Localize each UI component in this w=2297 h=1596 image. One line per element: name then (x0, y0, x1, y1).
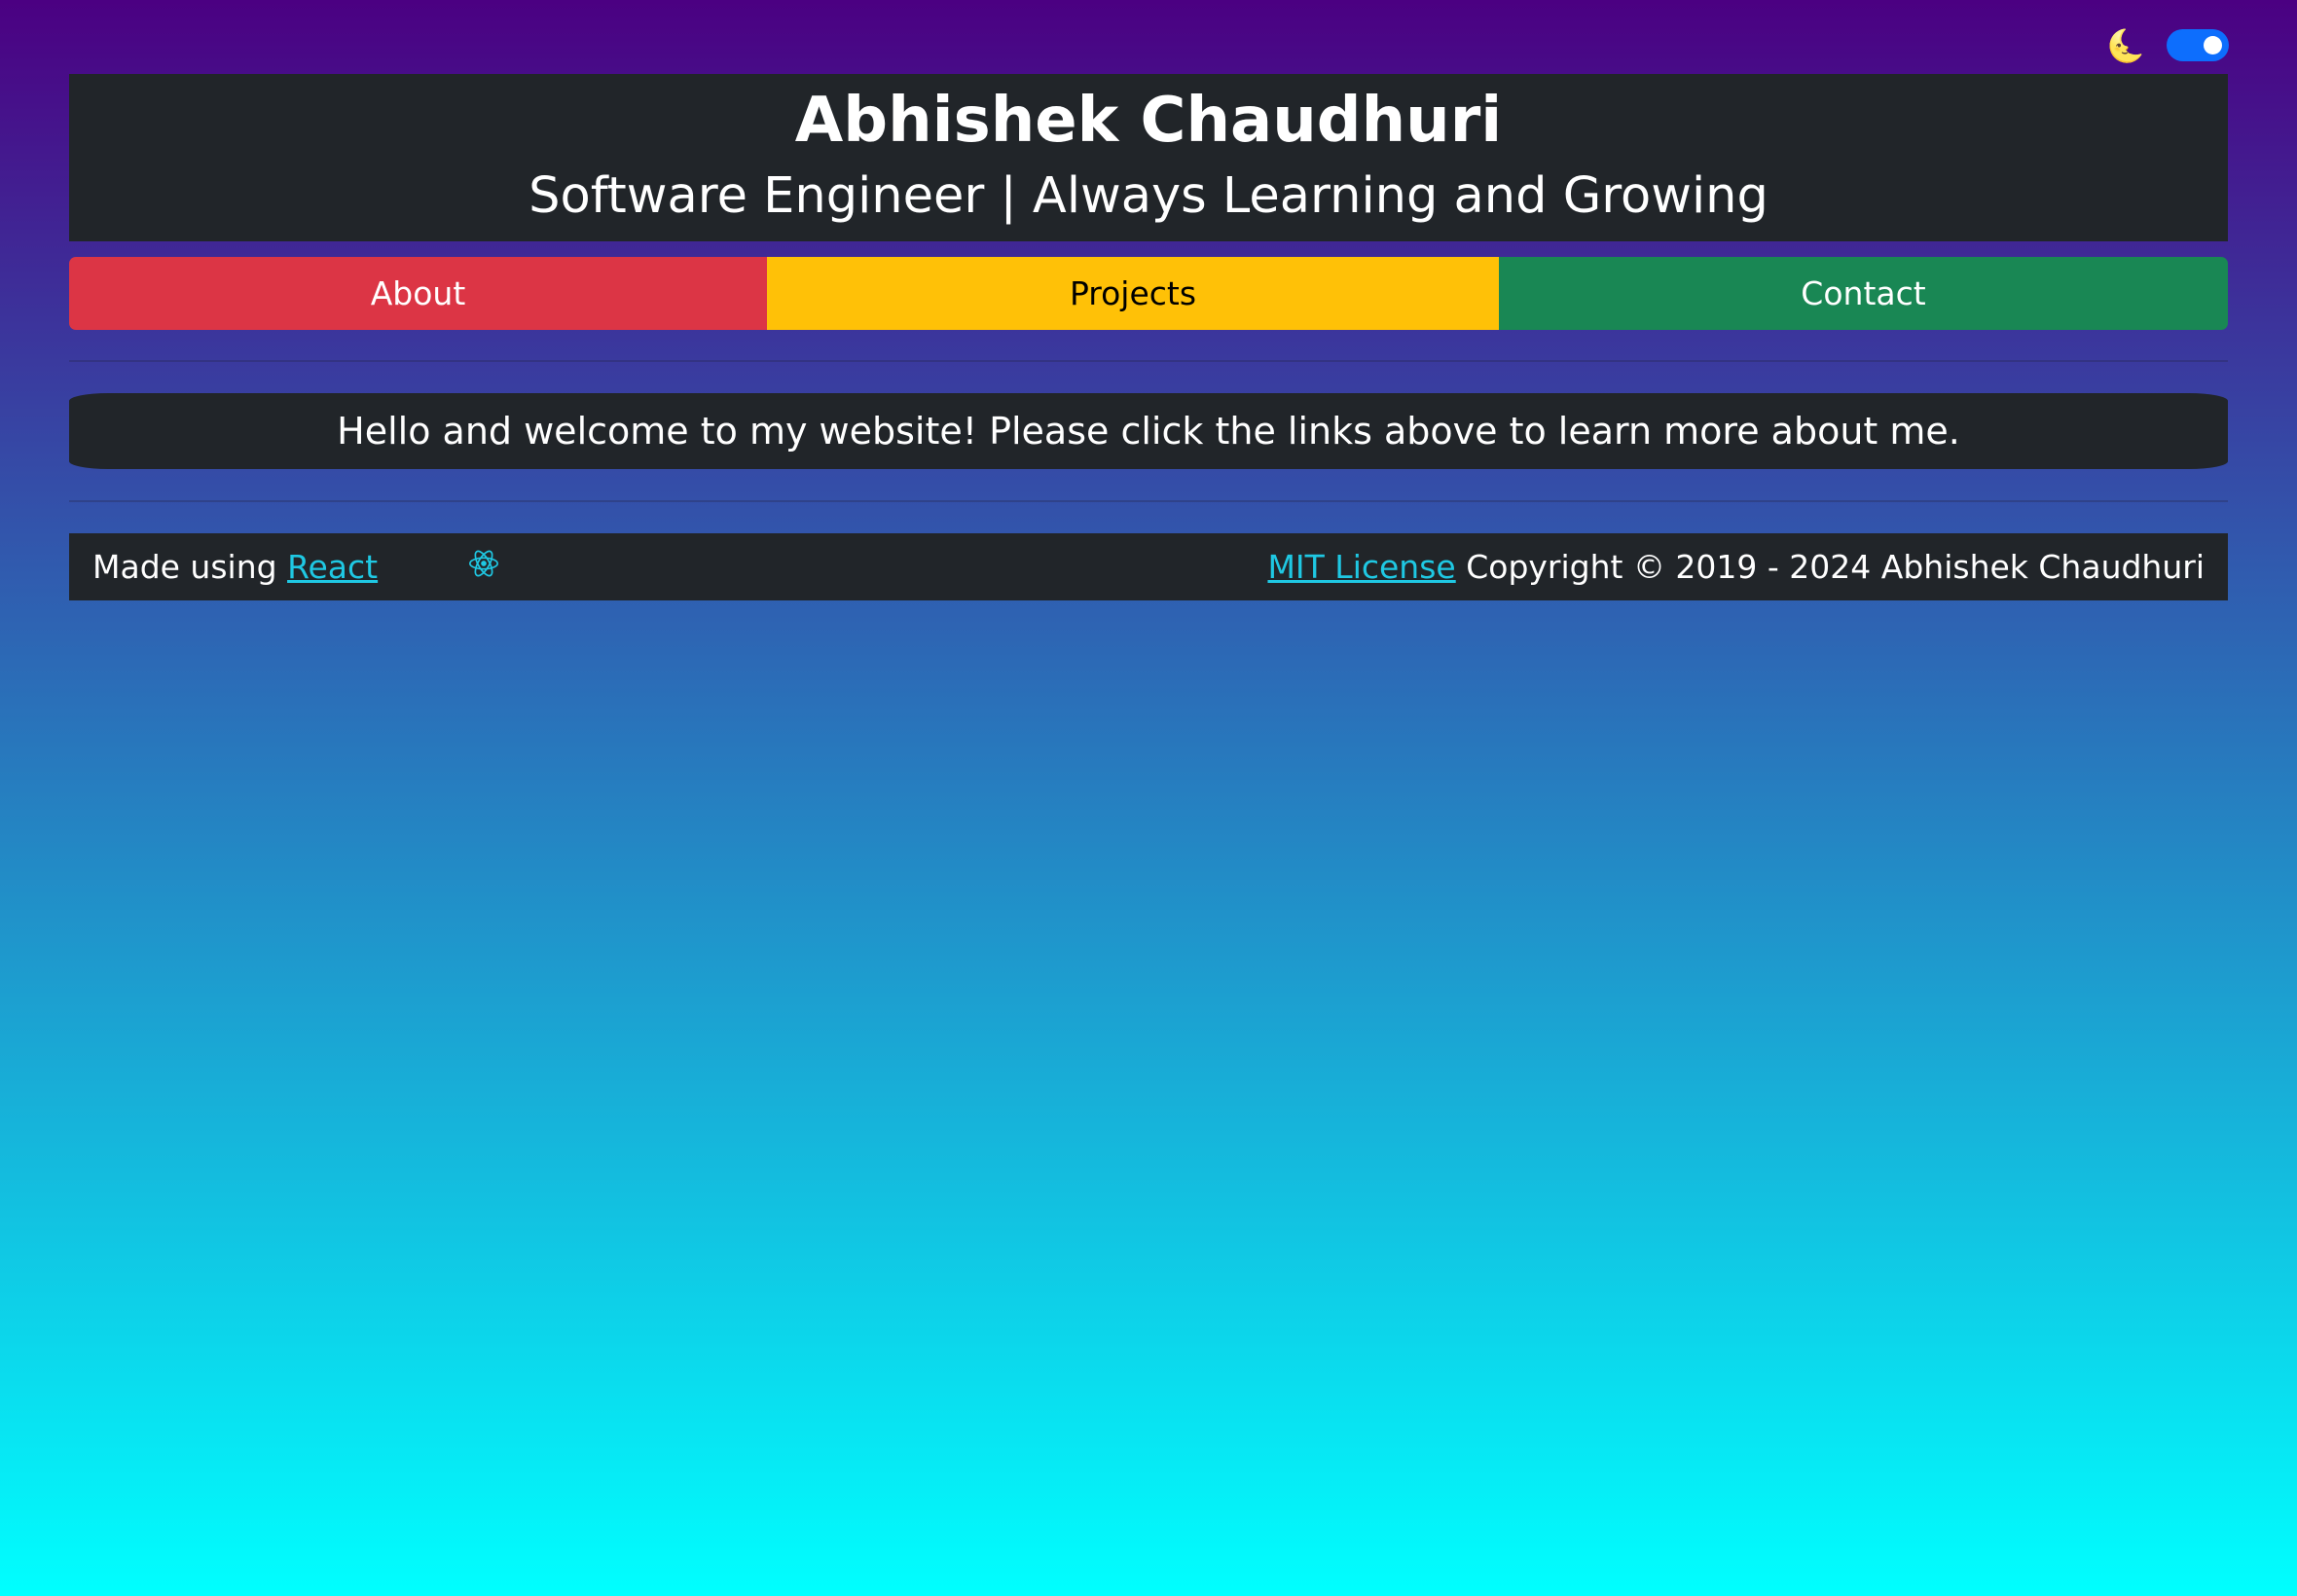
site-title: Abhishek Chaudhuri (794, 85, 1503, 157)
divider (69, 500, 2228, 502)
copyright-text: Copyright © 2019 - 2024 Abhishek Chaudhu… (1455, 548, 2205, 586)
site-header: Abhishek Chaudhuri Software Engineer | A… (69, 74, 2228, 241)
footer-right: MIT License Copyright © 2019 - 2024 Abhi… (1267, 548, 2205, 586)
switch-knob (2204, 36, 2222, 54)
divider (69, 360, 2228, 362)
welcome-message: Hello and welcome to my website! Please … (69, 393, 2228, 469)
theme-toggle: 🌜 (2106, 29, 2229, 61)
footer: Made using React MIT License Copyright ©… (69, 533, 2228, 600)
nav-about-button[interactable]: About (69, 257, 767, 330)
main-container: Abhishek Chaudhuri Software Engineer | A… (69, 74, 2228, 600)
moon-icon: 🌜 (2106, 26, 2145, 64)
dark-mode-switch[interactable] (2167, 29, 2229, 61)
react-link[interactable]: React (287, 548, 378, 586)
site-subtitle: Software Engineer | Always Learning and … (529, 167, 1768, 225)
react-icon (385, 509, 500, 626)
footer-left: Made using React (92, 509, 500, 626)
made-using-text: Made using (92, 548, 288, 586)
mit-license-link[interactable]: MIT License (1267, 548, 1455, 586)
nav-bar: About Projects Contact (69, 257, 2228, 330)
nav-contact-button[interactable]: Contact (1499, 257, 2228, 330)
welcome-text: Hello and welcome to my website! Please … (337, 410, 1960, 453)
nav-projects-button[interactable]: Projects (767, 257, 1499, 330)
